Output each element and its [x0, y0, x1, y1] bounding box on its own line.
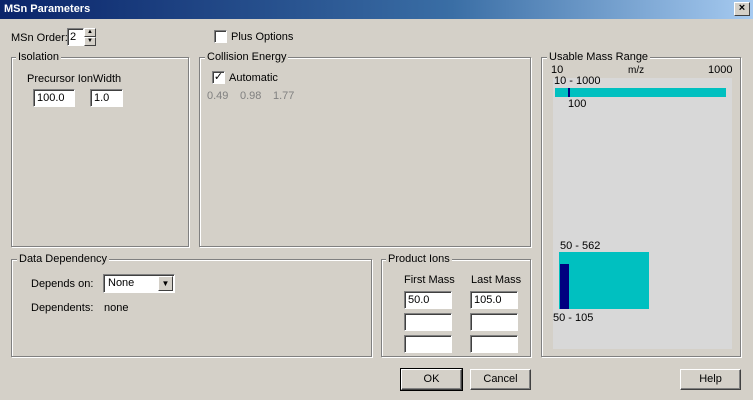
- top-range-bar: [555, 88, 726, 97]
- bottom-range-bar: [559, 252, 649, 309]
- automatic-label: Automatic: [229, 72, 278, 84]
- first-mass-input[interactable]: [404, 313, 452, 331]
- bottom-sub-label: 50 - 105: [553, 312, 594, 324]
- precursor-ion-input[interactable]: [33, 89, 75, 107]
- depends-on-select[interactable]: None ▼: [103, 274, 175, 293]
- collision-energy-title: Collision Energy: [205, 51, 289, 63]
- plus-options-checkbox[interactable]: [214, 30, 227, 43]
- product-ions-title: Product Ions: [386, 253, 452, 265]
- data-dependency-title: Data Dependency: [17, 253, 110, 265]
- collision-value: 1.77: [273, 90, 295, 102]
- close-icon[interactable]: ×: [734, 2, 750, 16]
- top-range-label: 10 - 1000: [554, 75, 601, 87]
- isolation-title: Isolation: [16, 51, 61, 63]
- spin-up-icon[interactable]: ▲: [84, 28, 96, 37]
- bottom-range-label: 50 - 562: [560, 240, 601, 252]
- msn-order-label: MSn Order:: [11, 32, 68, 44]
- width-input[interactable]: [90, 89, 123, 107]
- width-label: Width: [93, 73, 122, 85]
- window-title: MSn Parameters: [4, 3, 91, 15]
- dependents-label: Dependents:: [31, 302, 94, 314]
- last-mass-input[interactable]: [470, 291, 518, 309]
- spin-down-icon[interactable]: ▼: [84, 37, 96, 46]
- collision-value: 0.49: [207, 90, 229, 102]
- usable-mass-range-title: Usable Mass Range: [547, 51, 651, 63]
- cancel-button[interactable]: Cancel: [470, 369, 531, 390]
- dependents-value: none: [104, 302, 129, 314]
- isolation-group: [11, 57, 189, 247]
- first-mass-input[interactable]: [404, 291, 452, 309]
- depends-on-label: Depends on:: [31, 278, 94, 290]
- last-mass-input[interactable]: [470, 335, 518, 353]
- precursor-ion-label: Precursor Ion: [27, 73, 94, 85]
- plus-options-label: Plus Options: [231, 31, 294, 43]
- ok-button[interactable]: OK: [400, 368, 463, 391]
- axis-unit-label: m/z: [628, 65, 645, 76]
- collision-energy-group: [199, 57, 531, 247]
- axis-max-label: 1000: [708, 64, 733, 76]
- msn-order-input[interactable]: [67, 28, 84, 46]
- first-mass-label: First Mass: [404, 274, 455, 286]
- title-bar: MSn Parameters: [0, 0, 753, 19]
- help-button[interactable]: Help: [680, 369, 741, 390]
- top-marker: [568, 88, 570, 97]
- last-mass-label: Last Mass: [471, 274, 522, 286]
- first-mass-input[interactable]: [404, 335, 452, 353]
- bottom-sub-range-bar: [560, 264, 569, 309]
- collision-value: 0.98: [240, 90, 262, 102]
- automatic-checkbox[interactable]: ✓: [212, 71, 225, 84]
- top-marker-label: 100: [568, 98, 587, 110]
- last-mass-input[interactable]: [470, 313, 518, 331]
- depends-on-value: None: [108, 277, 135, 289]
- chevron-down-icon[interactable]: ▼: [158, 276, 173, 291]
